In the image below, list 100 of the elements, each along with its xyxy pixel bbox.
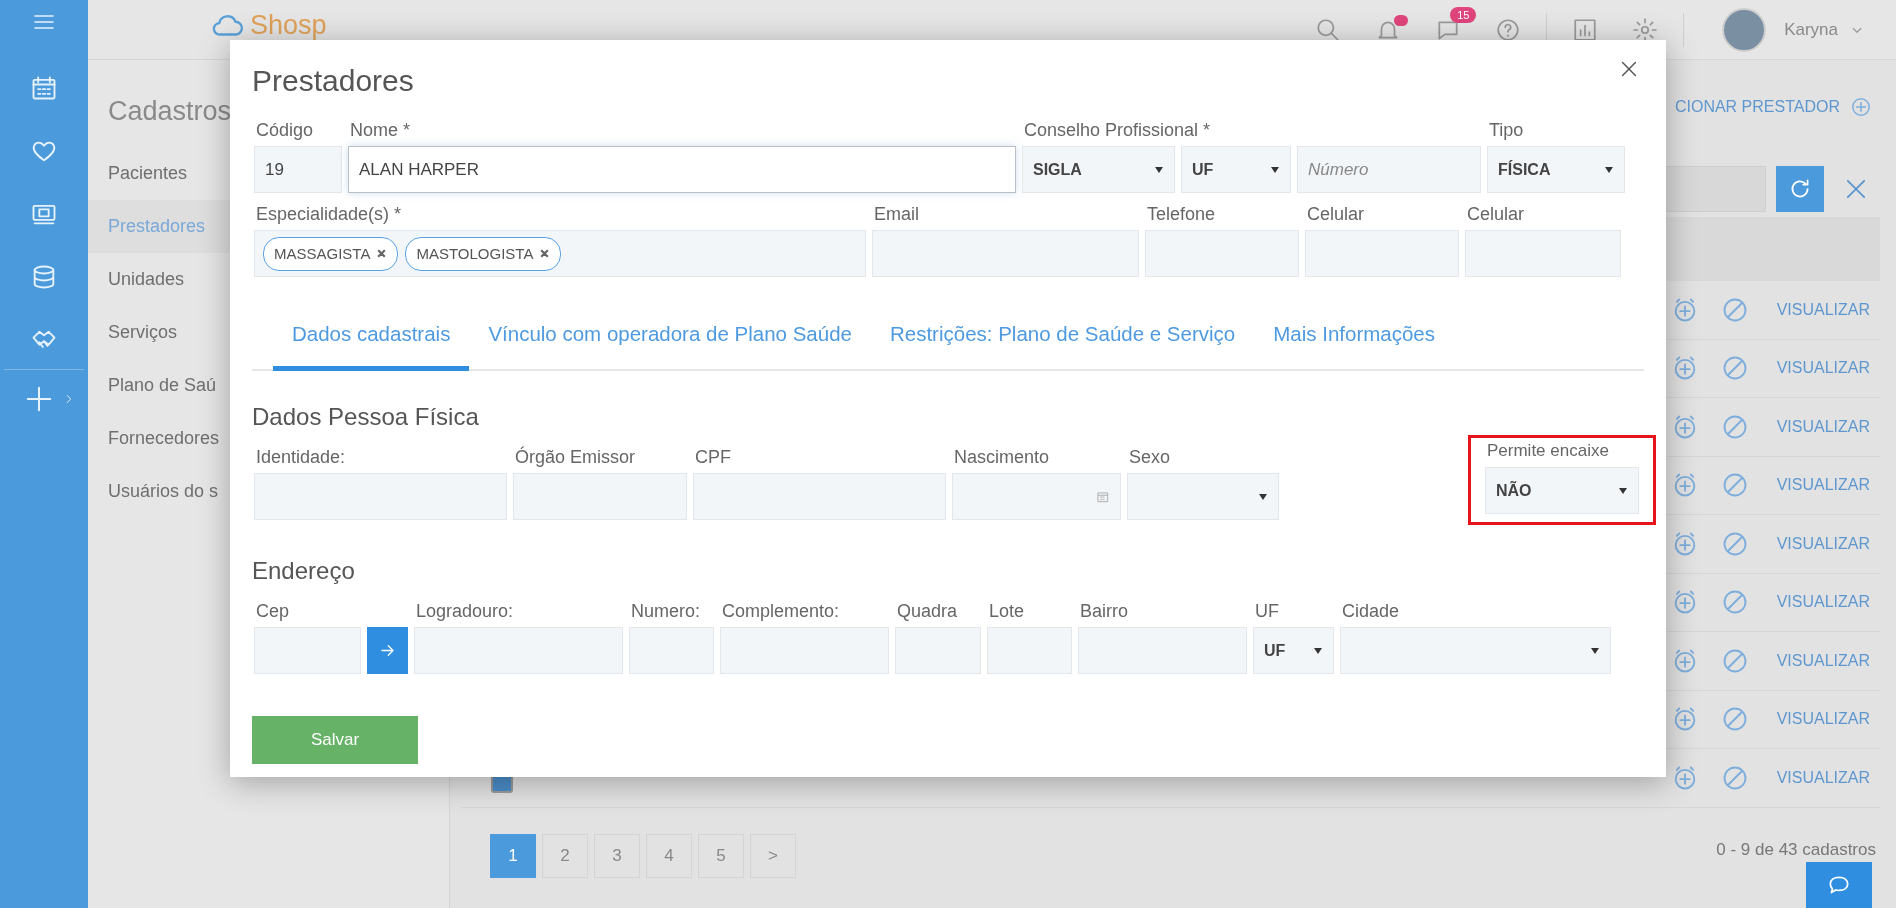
dropdown-arrow-icon [1154,164,1164,175]
record-count: 0 - 9 de 43 cadastros [1716,839,1877,860]
field-label: Email [873,204,920,226]
tag-label: MASSAGISTA [274,245,371,262]
settings-icon[interactable] [1632,16,1659,43]
search-icon[interactable] [1315,16,1342,43]
view-link[interactable]: VISUALIZAR [1776,534,1870,553]
view-link[interactable]: VISUALIZAR [1776,593,1870,612]
view-link[interactable]: VISUALIZAR [1776,476,1870,495]
remove-icon[interactable] [376,248,388,259]
tag-chip[interactable]: MASSAGISTA [263,236,399,271]
field-label: Quadra [896,601,959,623]
input-field[interactable] [720,627,889,674]
input-field[interactable] [693,473,946,520]
page-button[interactable]: 3 [594,833,640,878]
select-field[interactable]: UF [1253,627,1334,674]
field-label: Celular [1466,204,1526,226]
select-field[interactable] [1127,473,1279,520]
field-label: Nome * [349,120,412,142]
dropdown-arrow-icon [1604,164,1614,175]
input-field[interactable] [414,627,623,674]
dropdown-arrow-icon [1590,645,1600,656]
input-field[interactable] [254,473,507,520]
select-field[interactable]: UF [1181,146,1291,193]
input-field[interactable] [987,627,1072,674]
field-label: Nascimento [953,447,1051,469]
search-address-button[interactable] [367,627,408,674]
tab[interactable]: Restrições: Plano de Saúde e Serviço [870,314,1255,371]
field-label: Bairro [1079,601,1129,623]
input-field[interactable]: ALAN HARPER [348,146,1016,193]
input-field[interactable] [1305,230,1459,277]
add-provider-link[interactable]: CIONAR PRESTADOR [1674,98,1840,116]
field-label: Identidade: [255,447,347,469]
input-field[interactable] [629,627,714,674]
view-link[interactable]: VISUALIZAR [1776,710,1870,729]
view-link[interactable]: VISUALIZAR [1776,768,1870,787]
tags-field[interactable]: MASSAGISTA MASTOLOGISTA [254,230,866,277]
view-link[interactable]: VISUALIZAR [1776,651,1870,670]
calendar-icon [1096,489,1110,504]
section-title: Cadastros [108,96,232,127]
tag-label: MASTOLOGISTA [416,245,534,262]
field-label: Permite encaixe [1486,441,1610,462]
tab[interactable]: Dados cadastrais [273,314,470,371]
page-button[interactable]: 5 [698,833,744,878]
date-field[interactable] [952,473,1121,520]
field-label: Lote [988,601,1026,623]
input-field[interactable] [1465,230,1621,277]
logo-text: Shosp [250,10,327,41]
field-label: UF [1254,601,1280,623]
input-field[interactable]: 19 [254,146,342,193]
input-field[interactable] [1145,230,1299,277]
input-field[interactable]: Número [1297,146,1481,193]
save-button[interactable]: Salvar [252,716,418,764]
field-label: Telefone [1146,204,1217,226]
remove-icon[interactable] [539,248,551,259]
select-field[interactable]: NÃO [1485,467,1639,514]
section-heading: Endereço [252,557,356,585]
input-field[interactable] [872,230,1139,277]
modal-title: Prestadores [252,64,414,98]
input-field[interactable] [1078,627,1247,674]
tag-chip[interactable]: MASTOLOGISTA [405,236,562,271]
view-link[interactable]: VISUALIZAR [1776,300,1870,319]
help-icon[interactable] [1495,16,1522,43]
input-field[interactable] [895,627,981,674]
select-field[interactable] [1340,627,1611,674]
refresh-button[interactable] [1776,166,1824,212]
field-label: Órgão Emissor [514,447,637,469]
field-label: Especialidade(s) * [255,204,403,226]
field-label: Código [255,120,315,142]
field-label: Cep [255,601,291,623]
field-label: CPF [694,447,732,469]
view-link[interactable]: VISUALIZAR [1776,359,1870,378]
dropdown-arrow-icon [1258,491,1268,502]
input-field[interactable] [254,627,361,674]
field-label: Sexo [1128,447,1172,469]
field-label: Tipo [1488,120,1525,142]
select-field[interactable]: SIGLA [1022,146,1175,193]
field-label: Celular [1306,204,1366,226]
plus-circle-icon[interactable] [1850,96,1872,118]
input-field[interactable] [513,473,687,520]
chart-icon[interactable] [1572,16,1599,43]
view-link[interactable]: VISUALIZAR [1776,417,1870,436]
section-heading: Dados Pessoa Física [252,403,480,431]
chat-button[interactable] [1806,862,1872,908]
select-field[interactable]: FÍSICA [1487,146,1625,193]
page-button[interactable]: 4 [646,833,692,878]
plus-icon[interactable] [24,384,54,414]
calendar-icon[interactable] [30,74,58,102]
page-button[interactable]: 2 [542,833,588,878]
tab[interactable]: Mais Informações [1254,314,1454,371]
dropdown-arrow-icon [1270,164,1280,175]
field-label: Conselho Profissional * [1023,120,1212,142]
tab[interactable]: Vínculo com operadora de Plano Saúde [469,314,871,371]
user-name[interactable]: Karyna [1784,19,1838,40]
page-button[interactable]: > [750,833,796,878]
page-button[interactable]: 1 [490,833,536,878]
dropdown-arrow-icon [1313,645,1323,656]
field-label: Complemento: [721,601,841,623]
count-badge: 15 [1450,6,1477,23]
dropdown-arrow-icon [1618,485,1628,496]
